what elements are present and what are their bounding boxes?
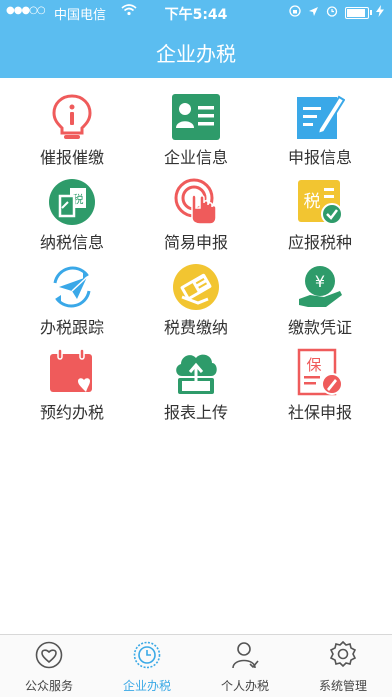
tab-bar: 公众服务 企业办税 个人办税 系统管理: [0, 634, 392, 697]
grid-item-label: 税费缴纳: [163, 318, 228, 337]
calendar-heart-icon: [47, 347, 97, 397]
alarm-icon: [326, 5, 338, 20]
tab-personal-tax[interactable]: 个人办税: [196, 635, 294, 697]
gear-icon: [328, 640, 358, 673]
location-icon: [308, 6, 319, 20]
charging-icon: [376, 5, 384, 20]
grid-item-urge-report[interactable]: 催报催缴: [10, 92, 134, 177]
rotation-lock-icon: [289, 5, 301, 20]
clock-badge-icon: [132, 641, 162, 673]
heart-icon: [34, 641, 64, 673]
tab-system-settings[interactable]: 系统管理: [294, 635, 392, 697]
grid-item-payment-voucher[interactable]: ¥ 缴款凭证: [258, 262, 382, 347]
grid-item-declare-info[interactable]: 申报信息: [258, 92, 382, 177]
tax-check-icon: 税: [295, 177, 345, 227]
grid-item-label: 预约办税: [39, 403, 104, 422]
status-bar: ●●●○○ 中国电信 下午5:44: [0, 0, 392, 26]
status-right-icons: [289, 5, 384, 20]
tab-enterprise-tax[interactable]: 企业办税: [98, 635, 196, 697]
svg-text:保: 保: [306, 356, 321, 374]
page-title: 企业办税: [156, 41, 236, 66]
grid-item-label: 社保申报: [287, 403, 352, 422]
tab-label: 系统管理: [318, 679, 367, 693]
grid-item-tax-info[interactable]: 税 纳税信息: [10, 177, 134, 262]
grid-item-label: 办税跟踪: [39, 318, 104, 337]
grid-item-social-security[interactable]: 保 社保申报: [258, 347, 382, 432]
grid-item-appointment[interactable]: 预约办税: [10, 347, 134, 432]
tax-documents-icon: 税: [47, 177, 97, 227]
grid-item-label: 缴款凭证: [287, 318, 352, 337]
id-card-icon: [171, 92, 221, 142]
service-grid: 催报催缴 企业信息 申报信息 税 纳税信息 简易申报 税 应报税种 办税跟踪 税…: [0, 92, 392, 432]
person-icon: [230, 641, 260, 673]
grid-item-label: 申报信息: [287, 148, 352, 167]
battery-icon: [345, 6, 372, 19]
svg-text:¥: ¥: [315, 272, 325, 291]
edit-document-icon: [295, 92, 345, 142]
grid-item-simple-declare[interactable]: 简易申报: [134, 177, 258, 262]
social-security-icon: 保: [295, 347, 345, 397]
lightbulb-info-icon: [47, 92, 97, 142]
grid-item-label: 报表上传: [163, 403, 228, 422]
tab-label: 企业办税: [122, 679, 171, 693]
paper-plane-icon: [47, 262, 97, 312]
grid-item-label: 纳税信息: [39, 233, 104, 252]
touch-tap-icon: [171, 177, 221, 227]
grid-item-tax-payment[interactable]: 税费缴纳: [134, 262, 258, 347]
grid-item-label: 企业信息: [163, 148, 228, 167]
yuan-hand-icon: ¥: [295, 262, 345, 312]
grid-item-label: 应报税种: [287, 233, 352, 252]
tab-label: 个人办税: [220, 679, 269, 693]
tab-label: 公众服务: [24, 679, 73, 693]
grid-item-tax-tracking[interactable]: 办税跟踪: [10, 262, 134, 347]
grid-item-company-info[interactable]: 企业信息: [134, 92, 258, 177]
grid-item-label: 催报催缴: [39, 148, 104, 167]
nav-bar: 企业办税: [0, 26, 392, 78]
grid-item-label: 简易申报: [163, 233, 228, 252]
tab-public-service[interactable]: 公众服务: [0, 635, 98, 697]
svg-text:税: 税: [304, 192, 321, 212]
grid-item-required-tax-types[interactable]: 税 应报税种: [258, 177, 382, 262]
cloud-upload-icon: [171, 347, 221, 397]
payment-card-icon: [171, 262, 221, 312]
grid-item-report-upload[interactable]: 报表上传: [134, 347, 258, 432]
